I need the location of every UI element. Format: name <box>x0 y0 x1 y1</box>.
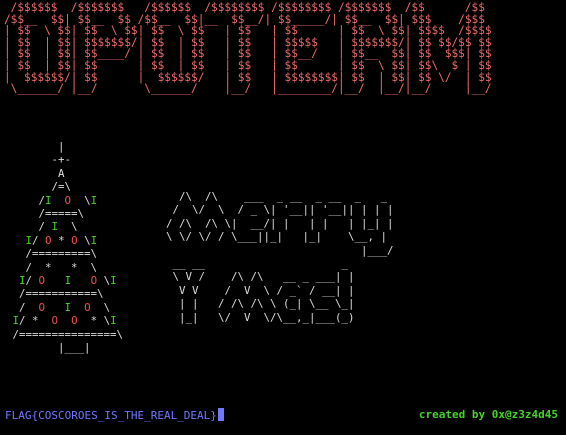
greeting-line: /\ /\ ___ _ __ _ __ _ _ <box>166 190 388 203</box>
tree-line: I/ O I O \I <box>19 274 117 288</box>
tree-line: | <box>6 140 65 153</box>
christmas-tree-ascii-art: | -+- A /=\ /I O \I /=====\ / I \ I/ O *… <box>6 140 124 355</box>
greeting-line: / /\ /\ \| __/| | | | | |_| | <box>166 216 394 230</box>
opteum-ascii-banner: /$$$$$$ /$$$$$$$ /$$$$$$ /$$$$$$$$ /$$$$… <box>4 2 492 95</box>
tree-line: /===============\ <box>6 327 124 341</box>
greeting-line: \ V / /\ /\ __ _ ___| | <box>166 270 355 284</box>
tree-line: / * * \ <box>6 260 98 274</box>
greeting-line: V V / V \ / _` / __| | <box>166 283 355 297</box>
tree-line: I/ O * O \I <box>25 233 98 247</box>
greeting-line: | | / /\ /\ \ (_| \__ \_| <box>166 297 355 311</box>
credit-text: created by 0x@z3z4d45 <box>418 408 558 421</box>
greeting-line: __ __ _ <box>166 257 349 271</box>
greeting-line: / \/ \ / _ \| '__|| '__|| | | | <box>166 203 394 217</box>
tree-line: /===========\ <box>6 287 104 301</box>
greeting-line: |_| \/ V \/\__,_|___(_) <box>166 310 355 324</box>
tree-line: /I O \I <box>6 193 98 207</box>
merry-xmas-ascii-art: /\ /\ ___ _ __ _ __ _ _ / \/ \ / _ \| '_… <box>166 190 394 324</box>
tree-line: /=\ <box>6 180 72 194</box>
greeting-line: \ \/ \/ / \___||_| |_| \__, | <box>166 230 388 244</box>
terminal-window[interactable]: /$$$$$$ /$$$$$$$ /$$$$$$ /$$$$$$$$ /$$$$… <box>0 0 566 435</box>
tree-line: -+- <box>6 153 72 167</box>
tree-line: |___| <box>6 341 91 355</box>
banner-line: \______/ |__/ \______/ |__/ |________/|_… <box>4 82 492 96</box>
tree-line: I/ * O O * \I <box>12 314 117 328</box>
tree-line: A <box>6 166 65 180</box>
tree-line: / O I O \ <box>6 300 111 314</box>
tree-line: /=========\ <box>6 247 98 261</box>
terminal-cursor <box>217 408 224 421</box>
tree-line: /=====\ <box>6 207 85 221</box>
greeting-line: |___/ <box>166 243 394 257</box>
flag-line: FLAG{COSCOROES_IS_THE_REAL_DEAL} <box>5 408 224 423</box>
flag-text: FLAG{COSCOROES_IS_THE_REAL_DEAL} <box>5 409 217 422</box>
tree-line: / I \ <box>6 220 78 234</box>
